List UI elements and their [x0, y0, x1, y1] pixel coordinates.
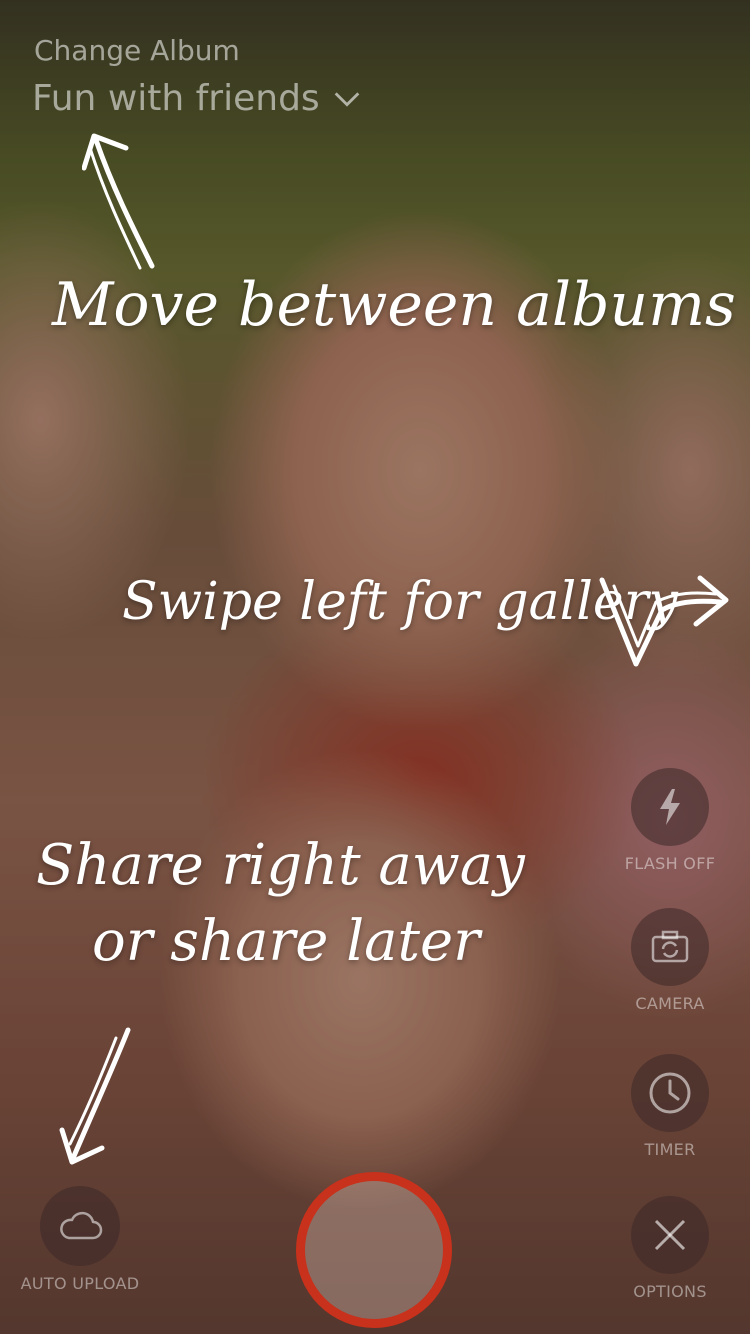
- hint-share-line2: or share later: [92, 909, 480, 974]
- options-button[interactable]: [631, 1196, 709, 1274]
- flash-label: FLASH OFF: [624, 854, 716, 873]
- camera-switch-icon: [651, 930, 689, 963]
- hint-move-between-albums: Move between albums: [52, 270, 736, 340]
- cloud-icon: [60, 1211, 103, 1240]
- camera-label: CAMERA: [635, 994, 705, 1013]
- hint-share: Share right away or share later: [36, 828, 525, 980]
- auto-upload-button[interactable]: [40, 1186, 120, 1266]
- change-album-label: Change Album: [34, 34, 240, 67]
- hint-share-line1: Share right away: [36, 833, 525, 898]
- clock-icon: [649, 1072, 691, 1114]
- arrow-up-icon: [82, 133, 155, 270]
- lightning-bolt-icon: [660, 789, 680, 825]
- hint-swipe-left-gallery: Swipe left for gallery: [122, 572, 678, 632]
- auto-upload-toggle[interactable]: AUTO UPLOAD: [14, 1186, 146, 1293]
- camera-switch[interactable]: CAMERA: [620, 908, 720, 1013]
- camera-switch-button[interactable]: [631, 908, 709, 986]
- options-label: OPTIONS: [633, 1282, 707, 1301]
- arrow-down-left-icon: [59, 1027, 131, 1165]
- close-x-icon: [654, 1219, 686, 1251]
- arrow-right-icon: [599, 575, 729, 667]
- flash-toggle[interactable]: FLASH OFF: [620, 768, 720, 873]
- chevron-down-icon: [334, 91, 360, 107]
- shutter-button[interactable]: [296, 1172, 452, 1328]
- album-selector[interactable]: Fun with friends: [32, 78, 364, 119]
- options-toggle[interactable]: OPTIONS: [620, 1196, 720, 1301]
- album-name: Fun with friends: [32, 78, 320, 119]
- timer-label: TIMER: [644, 1140, 696, 1159]
- auto-upload-label: AUTO UPLOAD: [20, 1274, 140, 1293]
- flash-button[interactable]: [631, 768, 709, 846]
- timer-toggle[interactable]: TIMER: [620, 1054, 720, 1159]
- camera-viewfinder[interactable]: Change Album Fun with friends Move betwe…: [0, 0, 750, 1334]
- timer-button[interactable]: [631, 1054, 709, 1132]
